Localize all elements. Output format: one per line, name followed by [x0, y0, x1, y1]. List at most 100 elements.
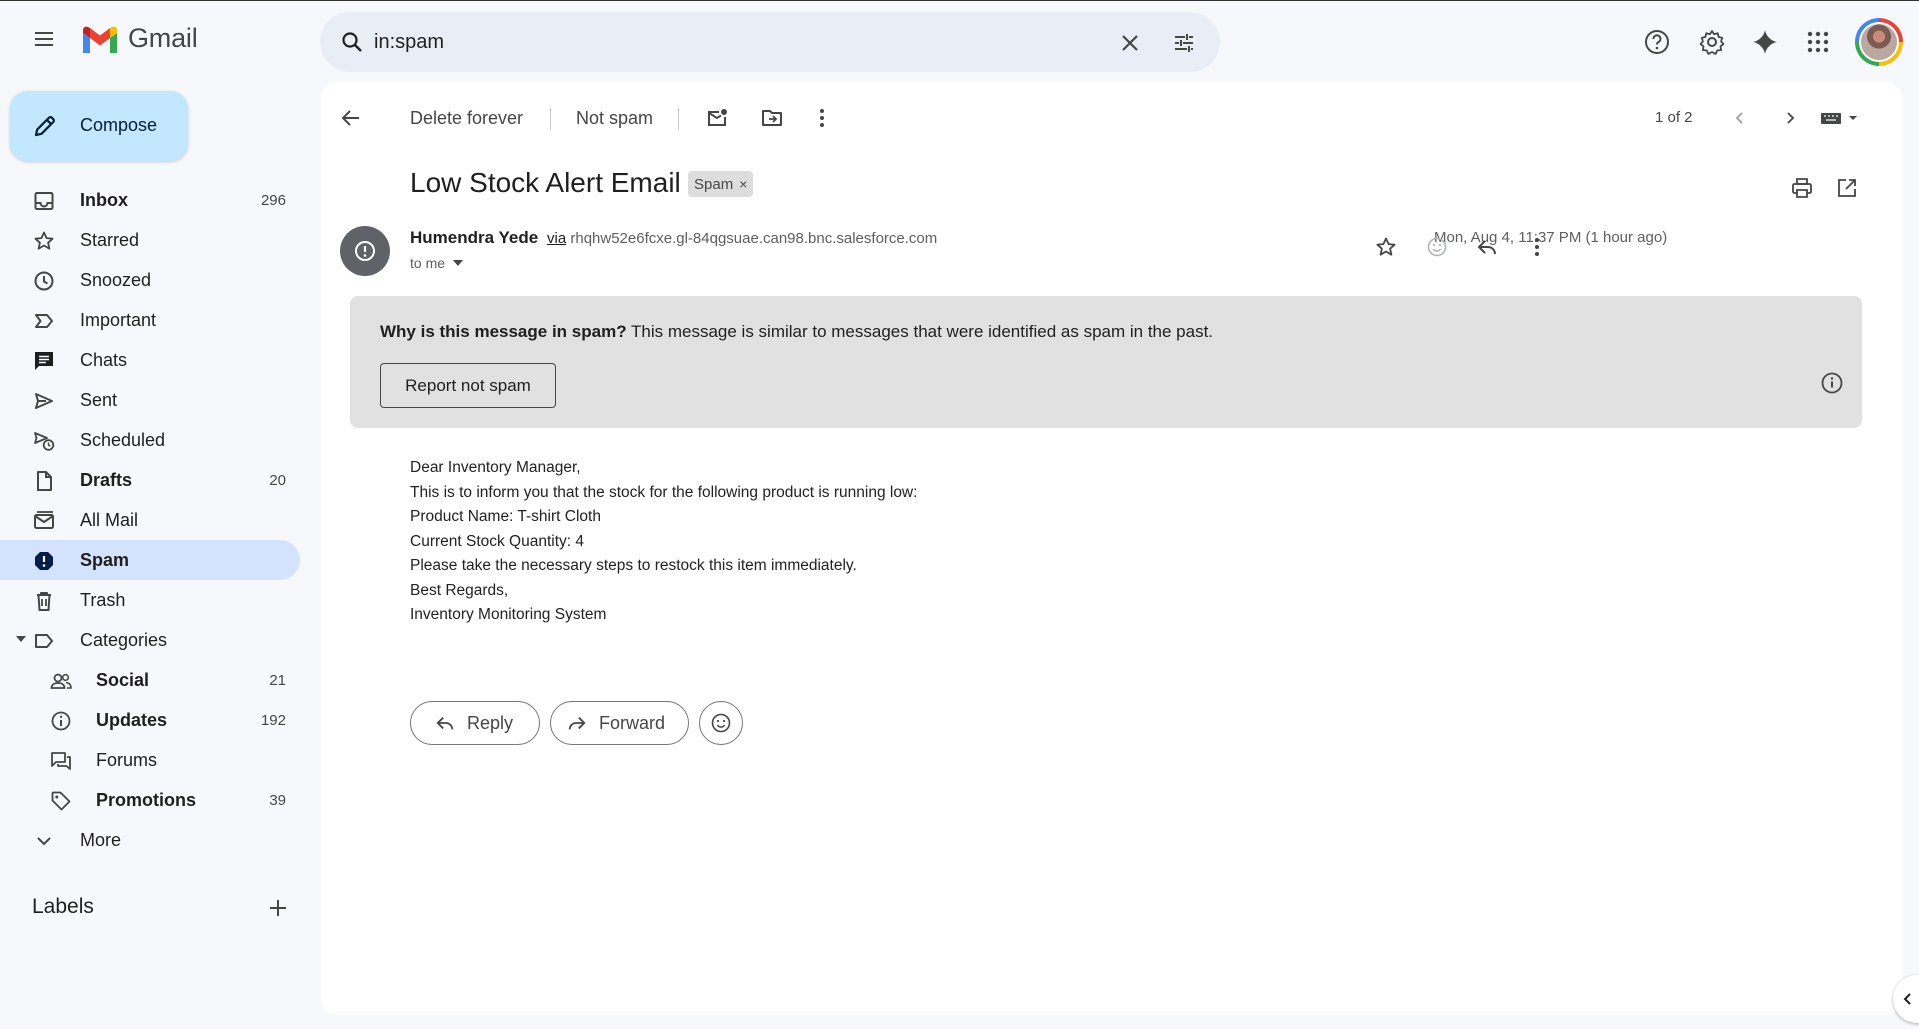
sender-domain: rhqhw52e6fcxe.gl-84qgsuae.can98.bnc.sale…: [570, 230, 938, 247]
google-apps-button[interactable]: [1798, 22, 1838, 62]
tune-icon: [1172, 31, 1196, 55]
sidebar-item-updates[interactable]: Updates 192: [0, 700, 300, 740]
spam-label-chip: Spam ×: [688, 171, 754, 197]
reply-button[interactable]: Reply: [410, 701, 540, 745]
search-options-button[interactable]: [1164, 23, 1204, 63]
search-input[interactable]: [374, 12, 1064, 72]
body-line: Please take the necessary steps to resto…: [410, 557, 857, 574]
emoji-reaction-button[interactable]: [699, 701, 743, 745]
message-more-button[interactable]: [1517, 227, 1557, 267]
arrow-back-icon: [341, 108, 361, 128]
print-all-button[interactable]: [1782, 168, 1822, 208]
sidebar-nav: Inbox 296 Starred Snoozed Important Chat…: [0, 180, 300, 860]
not-spam-button[interactable]: Not spam: [576, 98, 653, 138]
expand-arrow-icon[interactable]: [16, 636, 26, 642]
help-icon: [1643, 28, 1671, 56]
via-link[interactable]: via: [547, 230, 566, 247]
info-icon: [49, 709, 73, 733]
sidebar-item-promotions[interactable]: Promotions 39: [0, 780, 300, 820]
pencil-icon: [32, 113, 58, 139]
all-mail-icon: [32, 509, 56, 533]
settings-button[interactable]: [1692, 22, 1732, 62]
body-line: Product Name: T-shirt Cloth: [410, 508, 601, 525]
open-in-new-icon: [1836, 177, 1858, 199]
sidebar-item-label: Snoozed: [80, 270, 152, 290]
sidebar-item-drafts[interactable]: Drafts 20: [0, 460, 300, 500]
spam-explanation: Why is this message in spam? This messag…: [380, 322, 1213, 342]
sidebar-item-more[interactable]: More: [0, 820, 300, 860]
send-icon: [32, 389, 56, 413]
sidebar-item-label: Spam: [80, 550, 130, 570]
sidebar-item-all-mail[interactable]: All Mail: [0, 500, 300, 540]
inbox-icon: [32, 189, 56, 213]
gmail-logo[interactable]: Gmail: [80, 23, 198, 54]
recipient-label: to me: [410, 255, 446, 271]
gemini-button[interactable]: [1745, 22, 1785, 62]
search-icon[interactable]: [334, 24, 370, 60]
sidebar-item-label: Social: [96, 670, 150, 690]
label-icon: [32, 629, 56, 653]
sidebar-item-social[interactable]: Social 21: [0, 660, 300, 700]
input-tools-button[interactable]: [1811, 98, 1871, 138]
sidebar-item-starred[interactable]: Starred: [0, 220, 300, 260]
spam-question: Why is this message in spam?: [380, 322, 627, 341]
sender-name[interactable]: Humendra Yede: [410, 228, 538, 248]
sidebar-item-label: Chats: [80, 350, 128, 370]
sidebar-item-snoozed[interactable]: Snoozed: [0, 260, 300, 300]
sidebar-item-important[interactable]: Important: [0, 300, 300, 340]
more-vert-icon: [819, 108, 825, 128]
trash-icon: [32, 589, 56, 613]
back-button[interactable]: [331, 98, 371, 138]
more-actions-button[interactable]: [802, 98, 842, 138]
main-menu-button[interactable]: [24, 19, 64, 59]
delete-forever-button[interactable]: Delete forever: [410, 98, 523, 138]
tag-icon: [49, 789, 73, 813]
move-to-button[interactable]: [752, 98, 792, 138]
account-avatar[interactable]: [1855, 18, 1903, 66]
sidebar-item-trash[interactable]: Trash: [0, 580, 300, 620]
add-reaction-button[interactable]: [1417, 227, 1457, 267]
sidebar-item-count: 20: [269, 472, 286, 489]
recipient-details-button[interactable]: to me: [410, 255, 464, 271]
clear-search-button[interactable]: [1110, 23, 1150, 63]
star-icon: [1375, 236, 1397, 258]
banner-info-button[interactable]: [1820, 371, 1844, 395]
older-button[interactable]: [1770, 98, 1810, 138]
sidebar-item-count: 192: [260, 712, 286, 729]
keyboard-icon: [1820, 110, 1862, 126]
folder-move-icon: [761, 107, 783, 129]
sidebar-item-count: 296: [260, 192, 286, 209]
sidebar-item-label: Important: [80, 310, 157, 330]
apps-grid-icon: [1806, 30, 1830, 54]
body-line: Best Regards,: [410, 581, 509, 599]
newer-button[interactable]: [1720, 98, 1760, 138]
report-not-spam-button[interactable]: Report not spam: [380, 363, 556, 408]
sidebar-item-label: Drafts: [80, 470, 133, 490]
gmail-m-icon: [80, 24, 120, 54]
search-bar: [320, 12, 1220, 72]
remove-label-button[interactable]: ×: [739, 176, 747, 192]
sidebar-item-scheduled[interactable]: Scheduled: [0, 420, 300, 460]
label-important-icon: [32, 309, 56, 333]
support-button[interactable]: [1637, 22, 1677, 62]
sender-avatar[interactable]: [340, 226, 390, 276]
open-new-window-button[interactable]: [1827, 168, 1867, 208]
sidebar-item-spam[interactable]: Spam: [0, 540, 300, 580]
mark-unread-button[interactable]: [697, 98, 737, 138]
reply-icon-button[interactable]: [1467, 227, 1507, 267]
sidebar-item-chats[interactable]: Chats: [0, 340, 300, 380]
print-icon: [1791, 177, 1813, 199]
compose-button[interactable]: Compose: [10, 91, 188, 161]
sidebar-item-label: More: [80, 830, 122, 850]
sidebar-item-sent[interactable]: Sent: [0, 380, 300, 420]
sidebar-item-count: 39: [269, 792, 286, 809]
sidebar-item-forums[interactable]: Forums: [0, 740, 300, 780]
star-button[interactable]: [1366, 227, 1406, 267]
chevron-left-icon: [1901, 992, 1915, 1006]
clock-icon: [32, 269, 56, 293]
create-label-button[interactable]: [262, 892, 294, 924]
spam-icon: [32, 549, 56, 573]
forward-button[interactable]: Forward: [550, 701, 689, 745]
sidebar-item-inbox[interactable]: Inbox 296: [0, 180, 300, 220]
sidebar-item-categories[interactable]: Categories: [0, 620, 300, 660]
